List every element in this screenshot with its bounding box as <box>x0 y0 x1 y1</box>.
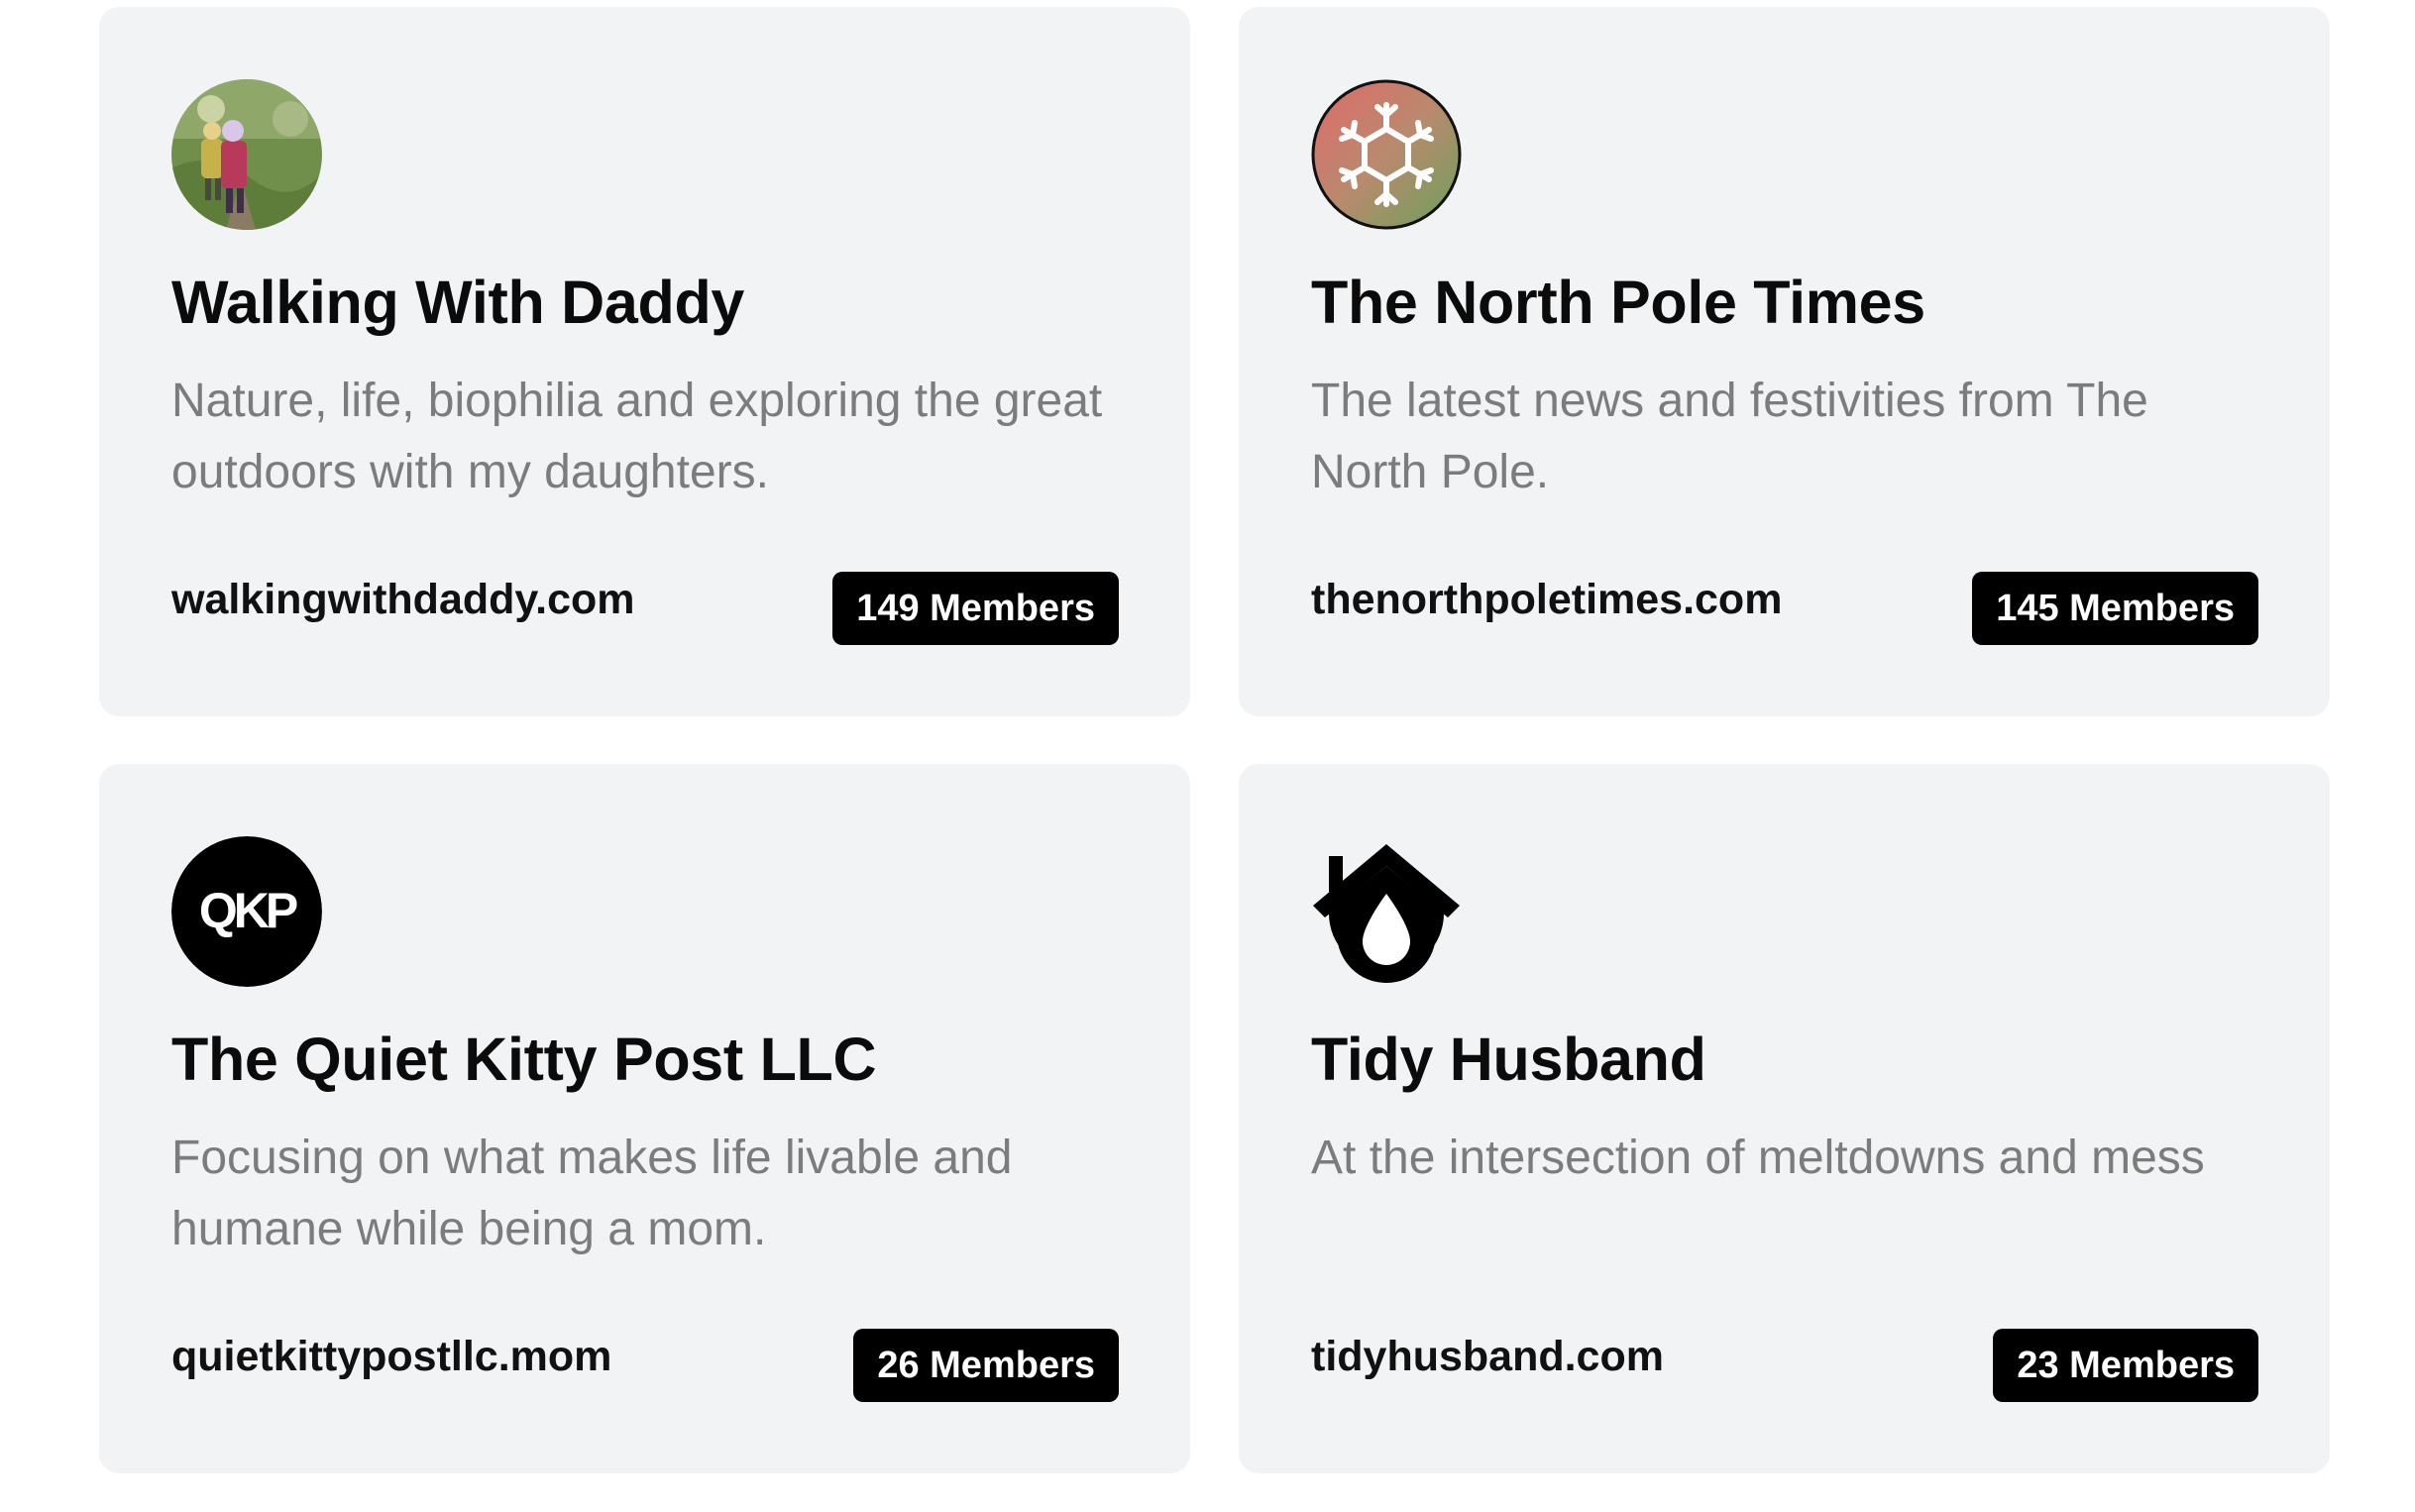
publication-footer: quietkittypostllc.mom 26 Members <box>171 1329 1119 1402</box>
qkp-logo-text: QKP <box>199 883 297 938</box>
publication-footer: tidyhusband.com 23 Members <box>1311 1329 2258 1402</box>
qkp-logo: QKP <box>171 836 322 987</box>
publication-description: The latest news and festivities from The… <box>1311 375 2148 499</box>
publication-footer: thenorthpoletimes.com 145 Members <box>1311 572 2258 645</box>
hiking-photo-avatar <box>171 79 322 230</box>
members-badge: 23 Members <box>1993 1329 2258 1402</box>
publication-footer: walkingwithdaddy.com 149 Members <box>171 572 1119 645</box>
members-badge: 145 Members <box>1972 572 2258 645</box>
publication-card-north-pole-times[interactable]: The North Pole Times The latest news and… <box>1239 7 2330 716</box>
members-badge: 149 Members <box>832 572 1119 645</box>
publication-description: Focusing on what makes life livable and … <box>171 1132 1013 1256</box>
publication-description: Nature, life, biophilia and exploring th… <box>171 375 1103 499</box>
publication-domain[interactable]: tidyhusband.com <box>1311 1333 1664 1381</box>
publication-title: Walking With Daddy <box>171 269 745 336</box>
publication-domain[interactable]: thenorthpoletimes.com <box>1311 576 1782 624</box>
publication-title: The Quiet Kitty Post LLC <box>171 1026 877 1093</box>
publication-card-walking-with-daddy[interactable]: Walking With Daddy Nature, life, biophil… <box>99 7 1190 716</box>
publication-description: At the intersection of meltdowns and mes… <box>1311 1132 2205 1185</box>
snowflake-icon <box>1311 79 1462 230</box>
publication-domain[interactable]: quietkittypostllc.mom <box>171 1333 611 1381</box>
publication-domain[interactable]: walkingwithdaddy.com <box>171 576 634 624</box>
publication-card-quiet-kitty-post[interactable]: QKP The Quiet Kitty Post LLC Focusing on… <box>99 764 1190 1473</box>
house-droplet-icon <box>1311 836 1462 987</box>
publication-grid: Walking With Daddy Nature, life, biophil… <box>99 7 2330 1473</box>
publication-title: Tidy Husband <box>1311 1026 1706 1093</box>
publication-title: The North Pole Times <box>1311 269 1925 336</box>
members-badge: 26 Members <box>853 1329 1119 1402</box>
publication-card-tidy-husband[interactable]: Tidy Husband At the intersection of melt… <box>1239 764 2330 1473</box>
